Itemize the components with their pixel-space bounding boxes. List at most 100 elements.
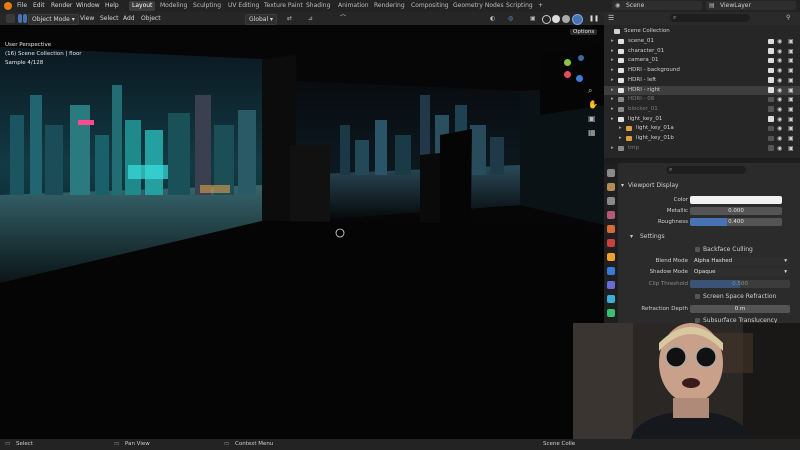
render-camera-icon[interactable]: ▣: [788, 38, 794, 45]
outliner-item[interactable]: ▸ tmp ◉ ▣: [604, 144, 800, 154]
shading-material-icon[interactable]: [562, 15, 570, 23]
pivot-icon[interactable]: ⇄: [287, 14, 292, 23]
menu-help[interactable]: Help: [105, 2, 119, 9]
options-dropdown[interactable]: Options: [570, 29, 598, 35]
shading-wireframe-icon[interactable]: [542, 15, 551, 24]
render-camera-icon[interactable]: ▣: [788, 116, 794, 123]
render-camera-icon[interactable]: ▣: [788, 48, 794, 55]
object-menu[interactable]: Object: [141, 14, 161, 23]
proportional-edit-icon[interactable]: ⌒: [340, 14, 346, 23]
object-tab-icon[interactable]: [607, 253, 615, 261]
render-camera-icon[interactable]: ▣: [788, 106, 794, 113]
constraint-tab-icon[interactable]: [607, 281, 615, 289]
physics-tab-icon[interactable]: [607, 295, 615, 303]
expand-arrow-icon[interactable]: ▸: [611, 67, 614, 73]
shading-rendered-icon[interactable]: [572, 14, 583, 25]
include-checkbox[interactable]: [768, 125, 774, 132]
expand-arrow-icon[interactable]: ▸: [611, 38, 614, 44]
eye-icon[interactable]: ◉: [777, 145, 782, 152]
include-checkbox[interactable]: [768, 135, 774, 141]
expand-arrow-icon[interactable]: ▸: [619, 135, 622, 141]
material-tab-icon[interactable]: [607, 309, 615, 317]
expand-arrow-icon[interactable]: ▸: [611, 57, 614, 63]
outliner-search-input[interactable]: ⌕: [670, 14, 750, 22]
zoom-icon[interactable]: ⌕: [588, 86, 592, 96]
tab-uv-editing[interactable]: UV Editing: [228, 2, 259, 9]
tab-animation[interactable]: Animation: [338, 2, 369, 9]
blend-mode-dropdown[interactable]: Alpha Hashed ▾: [690, 257, 790, 265]
outliner-item[interactable]: ▸ character_01 ◉ ▣: [604, 47, 800, 57]
menu-edit[interactable]: Edit: [33, 2, 45, 9]
expand-arrow-icon[interactable]: ▸: [611, 48, 614, 54]
expand-arrow-icon[interactable]: ▸: [611, 116, 614, 122]
clip-threshold-slider[interactable]: 0.500: [690, 280, 790, 288]
include-checkbox[interactable]: [768, 48, 774, 54]
eye-icon[interactable]: ◉: [777, 67, 782, 74]
expand-arrow-icon[interactable]: ▸: [611, 145, 614, 151]
gizmo-y-axis-icon[interactable]: [564, 59, 571, 66]
gizmo-icon[interactable]: ◎: [508, 14, 513, 23]
expand-arrow-icon[interactable]: ▸: [619, 125, 622, 131]
shading-solid-icon[interactable]: [552, 15, 560, 23]
include-checkbox[interactable]: [768, 77, 774, 83]
select-mode-icon[interactable]: [23, 14, 27, 23]
eye-icon[interactable]: ◉: [777, 106, 782, 113]
include-checkbox[interactable]: [768, 106, 774, 112]
mode-dropdown[interactable]: Object Mode ▾: [28, 14, 79, 25]
settings-expand-icon[interactable]: ▾: [630, 233, 633, 240]
expand-arrow-icon[interactable]: ▸: [611, 87, 614, 93]
select-box-icon[interactable]: [18, 14, 22, 23]
render-camera-icon[interactable]: ▣: [788, 135, 794, 142]
view-menu[interactable]: View: [80, 14, 94, 23]
outliner-item[interactable]: ▸ camera_01 ◉ ▣: [604, 56, 800, 66]
eye-icon[interactable]: ◉: [777, 77, 782, 84]
include-checkbox[interactable]: [768, 116, 774, 122]
color-swatch[interactable]: [690, 196, 782, 204]
render-camera-icon[interactable]: ▣: [788, 145, 794, 152]
eye-icon[interactable]: ◉: [777, 96, 782, 103]
3d-viewport[interactable]: User Perspective (16) Scene Collection |…: [0, 25, 604, 439]
eye-icon[interactable]: ◉: [777, 87, 782, 94]
view-layer-selector[interactable]: ▤ ViewLayer: [706, 1, 796, 10]
ssr-checkbox[interactable]: [695, 294, 700, 299]
render-camera-icon[interactable]: ▣: [788, 96, 794, 103]
render-camera-icon[interactable]: ▣: [788, 67, 794, 74]
tab-modeling[interactable]: Modeling: [160, 2, 187, 9]
tab-rendering[interactable]: Rendering: [374, 2, 405, 9]
metallic-field[interactable]: 0.000: [690, 207, 782, 215]
include-checkbox[interactable]: [768, 67, 774, 74]
render-tab-icon[interactable]: [607, 183, 615, 191]
eye-icon[interactable]: ◉: [777, 38, 782, 45]
tab-compositing[interactable]: Compositing: [411, 2, 449, 9]
scene-tab-icon[interactable]: [607, 225, 615, 233]
pan-hand-icon[interactable]: ✋: [588, 100, 598, 109]
tab-shading[interactable]: Shading: [306, 2, 330, 9]
outliner-editor-icon[interactable]: ☰: [608, 14, 614, 22]
render-camera-icon[interactable]: ▣: [788, 77, 794, 84]
output-tab-icon[interactable]: [607, 197, 615, 205]
expand-arrow-icon[interactable]: ▸: [611, 96, 614, 102]
eye-icon[interactable]: ◉: [777, 57, 782, 64]
tab-sculpting[interactable]: Sculpting: [193, 2, 221, 9]
ortho-toggle-icon[interactable]: ▦: [588, 128, 596, 137]
shadow-mode-dropdown[interactable]: Opaque ▾: [690, 268, 790, 276]
outliner-item[interactable]: ▸ light_key_01b ◉ ▣: [604, 134, 800, 144]
visibility-icon[interactable]: ◐: [490, 14, 495, 23]
xray-icon[interactable]: ▣: [530, 14, 536, 23]
gizmo-x-axis-icon[interactable]: [564, 71, 571, 78]
camera-view-icon[interactable]: ▣: [588, 114, 596, 123]
include-checkbox[interactable]: [768, 96, 774, 103]
outliner-item[interactable]: ▸ HDRI - left ◉ ▣: [604, 76, 800, 86]
tab-layout[interactable]: Layout: [129, 1, 156, 11]
modifier-tab-icon[interactable]: [607, 267, 615, 275]
include-checkbox[interactable]: [768, 145, 774, 151]
transform-orientation-dropdown[interactable]: Global ▾: [245, 14, 278, 25]
tab-scripting[interactable]: Scripting: [506, 2, 533, 9]
outliner-item[interactable]: ▸ HDRI - right ◉ ▣: [604, 85, 800, 95]
filter-icon[interactable]: ⚲: [786, 14, 790, 21]
menu-render[interactable]: Render: [51, 2, 72, 9]
include-checkbox[interactable]: [768, 57, 774, 64]
menu-file[interactable]: File: [17, 2, 27, 9]
outliner-item[interactable]: ▸ HDRI - background ◉ ▣: [604, 66, 800, 76]
gizmo-neg-axis-icon[interactable]: [578, 55, 584, 61]
